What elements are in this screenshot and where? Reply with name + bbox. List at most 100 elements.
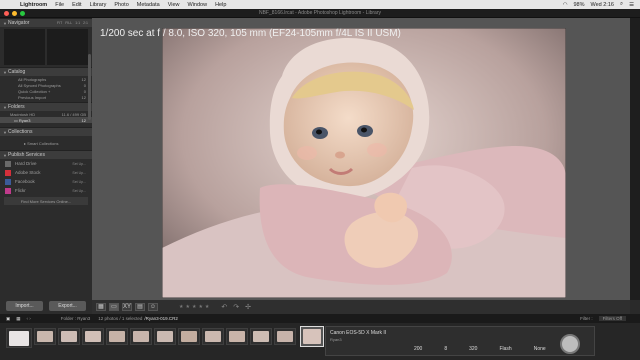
menu-metadata[interactable]: Metadata xyxy=(137,2,160,8)
catalog-item-previous-import[interactable]: Previous Import 12 xyxy=(0,94,92,100)
service-facebook[interactable]: Facebook Set Up... xyxy=(0,177,92,186)
collapse-triangle-icon: ▼ xyxy=(3,104,7,110)
service-adobe-stock[interactable]: Adobe Stock Set Up... xyxy=(0,168,92,177)
navigator-title: Navigator xyxy=(8,20,30,26)
collections-title: Collections xyxy=(8,129,33,135)
flickr-icon xyxy=(5,187,11,194)
filmstrip-thumb[interactable] xyxy=(106,328,128,345)
nav-mode-1-1[interactable]: 1:1 xyxy=(75,21,80,25)
menu-photo[interactable]: Photo xyxy=(114,2,128,8)
grid-mode-icon[interactable]: ▦ xyxy=(16,316,20,322)
camera-metadata-panel: Canon EOS-5D X Mark II Ryan3 200 8 320 F… xyxy=(325,326,595,356)
mode-value: None xyxy=(533,346,546,352)
filmstrip-thumb[interactable] xyxy=(202,328,224,345)
window-titlebar: NBF_8166.lrcat - Adobe Photoshop Lightro… xyxy=(0,9,640,18)
menu-file[interactable]: File xyxy=(55,2,64,8)
menu-library[interactable]: Library xyxy=(90,2,107,8)
flash-value: Flash xyxy=(499,346,512,352)
left-panel-scrollbar[interactable] xyxy=(88,54,91,120)
aperture-value: 8 xyxy=(444,346,448,352)
photo-info-overlay: 1/200 sec at f / 8.0, ISO 320, 105 mm (E… xyxy=(100,28,401,39)
baby-doll-photo xyxy=(162,28,566,298)
current-file[interactable]: /Ryan3-019.CR2 xyxy=(144,316,178,321)
menu-help[interactable]: Help xyxy=(215,2,226,8)
filmstrip-thumb[interactable] xyxy=(178,328,200,345)
import-button[interactable]: Import... xyxy=(6,301,43,311)
menu-view[interactable]: View xyxy=(168,2,180,8)
nav-mode-fill[interactable]: FILL xyxy=(65,21,72,25)
filmstrip-thumb[interactable] xyxy=(154,328,176,345)
filmstrip-thumb[interactable] xyxy=(226,328,248,345)
hard-drive-icon xyxy=(5,160,11,167)
collapse-triangle-icon: ▼ xyxy=(3,129,7,135)
rating-stars[interactable]: ★★★★★ xyxy=(179,304,211,310)
compare-view-button[interactable]: XY xyxy=(122,303,132,311)
grid-view-button[interactable]: ▦ xyxy=(96,303,106,311)
second-window-icon[interactable]: ▣ xyxy=(6,316,10,322)
folders-header[interactable]: ▼ Folders xyxy=(0,102,92,111)
loupe-view[interactable] xyxy=(92,18,630,300)
search-icon[interactable]: ⌕ xyxy=(620,1,623,8)
filmstrip-thumb[interactable] xyxy=(6,328,32,348)
facebook-icon xyxy=(5,178,11,185)
iso-value: 320 xyxy=(469,346,478,352)
filmstrip-thumb[interactable] xyxy=(250,328,272,345)
survey-view-button[interactable]: ▤ xyxy=(135,303,145,311)
smart-collections-row[interactable]: ▸ Smart Collections xyxy=(0,136,92,150)
clock[interactable]: Wed 2:16 xyxy=(591,2,614,8)
catalog-title: Catalog xyxy=(8,69,26,75)
navigator-preview[interactable] xyxy=(0,27,92,67)
photo-count: 12 photos / 1 selected xyxy=(98,316,143,321)
service-flickr[interactable]: Flickr Set Up... xyxy=(0,186,92,195)
main-photo[interactable] xyxy=(162,28,566,298)
find-more-services-button[interactable]: Find More Services Online... xyxy=(4,197,88,205)
adobe-stock-icon xyxy=(5,169,11,176)
library-toolbar: ▦ ▭ XY ▤ ☺ ★★★★★ ↶ ↷ ✢ xyxy=(92,300,630,314)
wifi-icon[interactable]: ◠ xyxy=(563,2,568,8)
shutter-value: 200 xyxy=(414,346,423,352)
publish-services-header[interactable]: ▼ Publish Services xyxy=(0,150,92,159)
menu-window[interactable]: Window xyxy=(188,2,208,8)
filmstrip-thumb[interactable] xyxy=(130,328,152,345)
catalog-header[interactable]: ▼ Catalog xyxy=(0,67,92,76)
publish-services-title: Publish Services xyxy=(8,152,45,158)
filmstrip-thumb-selected[interactable] xyxy=(300,326,324,347)
window-title: NBF_8166.lrcat - Adobe Photoshop Lightro… xyxy=(258,10,381,16)
filmstrip-thumb[interactable] xyxy=(274,328,296,345)
nav-mode-fit[interactable]: FIT xyxy=(57,21,62,25)
folder-source[interactable]: Folder : Ryan3 xyxy=(61,316,91,321)
folders-title: Folders xyxy=(8,104,25,110)
rotate-left-icon[interactable]: ↶ xyxy=(221,303,227,311)
export-button[interactable]: Export... xyxy=(49,301,86,311)
menu-list-icon[interactable]: ☰ xyxy=(629,2,634,8)
filter-label: Filter : xyxy=(580,316,593,321)
menu-lightroom[interactable]: Lightroom xyxy=(20,2,47,8)
collapse-triangle-icon: ▼ xyxy=(3,20,7,26)
mac-menubar: Lightroom File Edit Library Photo Metada… xyxy=(0,0,640,9)
folder-ryan3[interactable]: ▭ Ryan3 12 xyxy=(0,117,92,123)
battery-label[interactable]: 98% xyxy=(574,2,585,8)
rotate-right-icon[interactable]: ↷ xyxy=(233,303,239,311)
right-panel-collapsed[interactable] xyxy=(630,18,640,300)
service-hard-drive[interactable]: Hard Drive Set Up... xyxy=(0,159,92,168)
camera-model: Canon EOS-5D X Mark II xyxy=(330,330,387,336)
navigator-header[interactable]: ▼ Navigator FIT FILL 1:1 2:1 xyxy=(0,18,92,27)
filter-select[interactable]: Filters Off xyxy=(598,316,626,321)
nav-mode-2-1[interactable]: 2:1 xyxy=(83,21,88,25)
people-view-button[interactable]: ☺ xyxy=(148,303,158,311)
filmstrip-bar: ▣ ▦ ‹ › Folder : Ryan3 12 photos / 1 sel… xyxy=(0,314,640,323)
spray-can-icon[interactable]: ✢ xyxy=(245,303,251,311)
collapse-triangle-icon: ▼ xyxy=(3,69,7,75)
menu-edit[interactable]: Edit xyxy=(72,2,81,8)
collapse-triangle-icon: ▼ xyxy=(3,152,7,158)
collections-header[interactable]: ▼ Collections xyxy=(0,127,92,136)
loupe-view-button[interactable]: ▭ xyxy=(109,303,119,311)
record-knob[interactable] xyxy=(560,334,580,354)
filmstrip: Canon EOS-5D X Mark II Ryan3 200 8 320 F… xyxy=(0,323,640,360)
filmstrip-thumb[interactable] xyxy=(34,328,56,345)
import-export-bar: Import... Export... xyxy=(0,300,92,312)
camera-sub: Ryan3 xyxy=(330,337,342,342)
filmstrip-thumb[interactable] xyxy=(82,328,104,345)
back-forward-icon[interactable]: ‹ › xyxy=(27,316,31,321)
filmstrip-thumb[interactable] xyxy=(58,328,80,345)
